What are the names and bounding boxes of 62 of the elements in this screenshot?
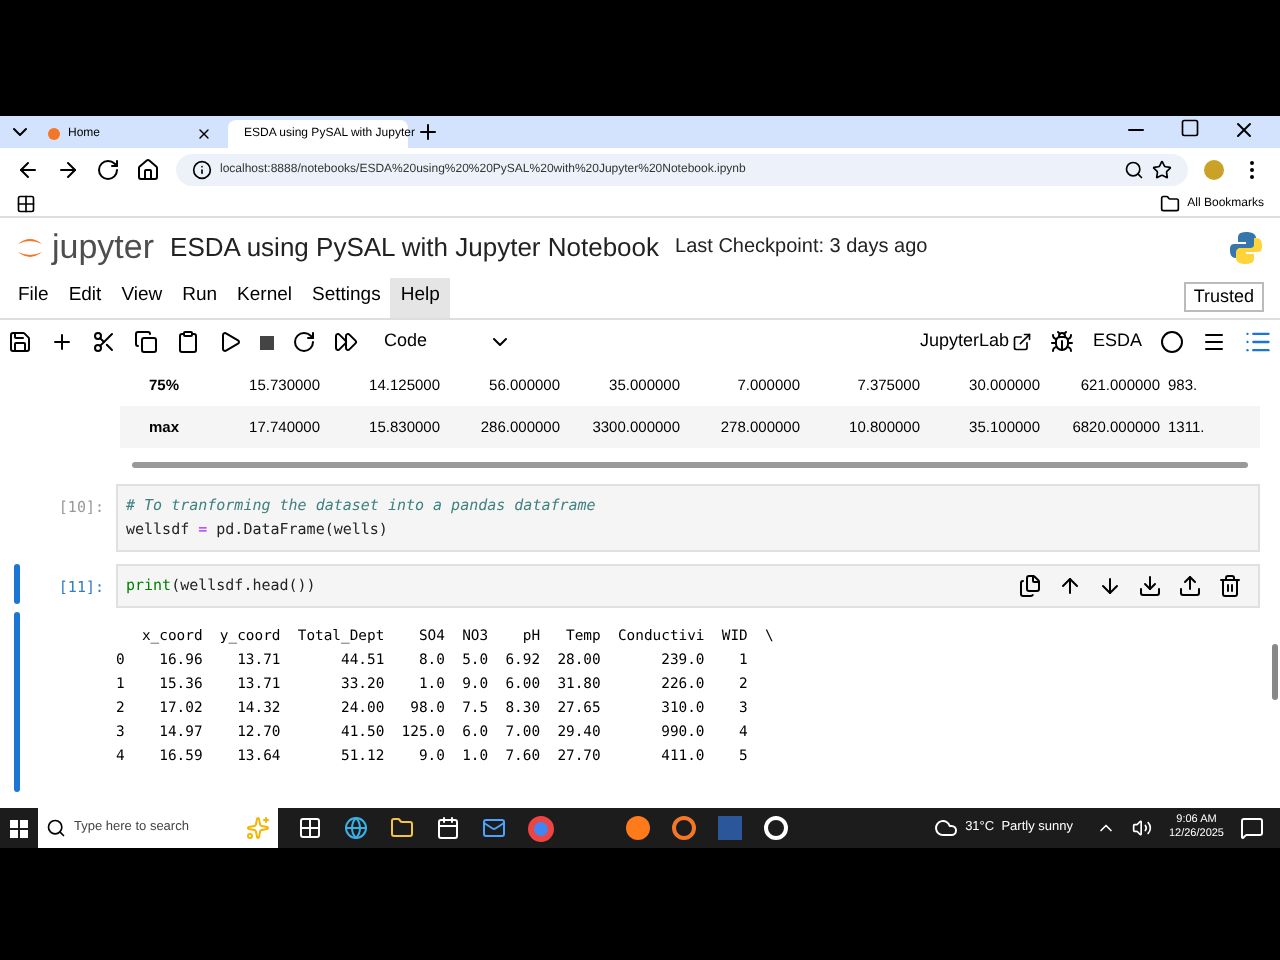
move-up-icon[interactable] (1058, 574, 1082, 598)
jupyter-wordmark: jupyter (52, 225, 155, 270)
vertical-scrollbar[interactable] (1272, 644, 1278, 700)
tab-favicon-icon (48, 128, 60, 140)
menu-icon[interactable] (1202, 330, 1226, 354)
file-explorer-icon[interactable] (390, 816, 414, 840)
menu-item[interactable]: View (111, 277, 173, 317)
cut-icon[interactable] (92, 330, 116, 354)
kernel-status-icon (1160, 330, 1184, 354)
trusted-button[interactable]: Trusted (1183, 281, 1264, 313)
menu-item[interactable]: File (8, 277, 59, 317)
home-icon[interactable] (136, 158, 160, 182)
folder-icon[interactable] (1159, 194, 1180, 214)
close-icon[interactable] (1232, 118, 1256, 142)
horizontal-scrollbar[interactable] (132, 462, 1248, 468)
windows-logo-icon[interactable] (10, 819, 28, 837)
zoom-icon[interactable] (1124, 160, 1144, 180)
add-icon[interactable] (50, 330, 74, 354)
task-view-icon[interactable] (298, 816, 322, 840)
restart-icon[interactable] (292, 330, 316, 354)
insert-above-icon[interactable] (1138, 574, 1162, 598)
menu-item[interactable]: Settings (302, 277, 391, 317)
checkpoint-text: Last Checkpoint: 3 days ago (675, 234, 928, 262)
search-icon (46, 818, 66, 838)
jupyterlab-link[interactable]: JupyterLab (919, 328, 1033, 356)
edge-icon[interactable] (344, 816, 368, 840)
mail-icon[interactable] (482, 816, 506, 840)
insert-below-icon[interactable] (1178, 574, 1202, 598)
forward-icon[interactable] (56, 158, 80, 182)
paste-icon[interactable] (176, 330, 200, 354)
python-logo-icon (1228, 229, 1264, 265)
sparkle-icon (246, 816, 270, 840)
store-icon[interactable] (436, 816, 460, 840)
delete-icon[interactable] (1218, 574, 1242, 598)
menu-item[interactable]: Edit (58, 277, 112, 317)
fast-forward-icon[interactable] (334, 330, 358, 354)
back-icon[interactable] (16, 158, 40, 182)
menu-item[interactable]: Help (390, 277, 450, 317)
info-icon (192, 160, 212, 180)
close-icon[interactable] (196, 126, 212, 142)
save-icon[interactable] (8, 330, 32, 354)
copy-icon[interactable] (134, 330, 158, 354)
volume-icon[interactable] (1132, 818, 1153, 838)
weather-icon (933, 816, 958, 840)
external-link-icon (1012, 332, 1033, 352)
duplicate-icon[interactable] (1018, 574, 1042, 598)
cell-type-dropdown[interactable]: Code (376, 328, 520, 356)
star-icon[interactable] (1152, 160, 1172, 180)
move-down-icon[interactable] (1098, 574, 1122, 598)
menu-item[interactable]: Run (172, 277, 228, 317)
reload-icon[interactable] (96, 158, 120, 182)
stop-icon[interactable] (260, 335, 274, 349)
list-icon[interactable] (1244, 328, 1272, 356)
notifications-icon[interactable] (1240, 816, 1264, 840)
maximize-icon[interactable] (1180, 118, 1200, 138)
bug-icon[interactable] (1050, 330, 1075, 354)
menu-item[interactable]: Kernel (227, 277, 303, 317)
apps-icon[interactable] (16, 194, 36, 214)
new-tab-icon[interactable] (416, 120, 440, 144)
run-icon[interactable] (218, 330, 242, 354)
kernel-name[interactable]: ESDA (1092, 328, 1142, 356)
notebook-title[interactable]: ESDA using PySAL with Jupyter Notebook (170, 227, 660, 267)
